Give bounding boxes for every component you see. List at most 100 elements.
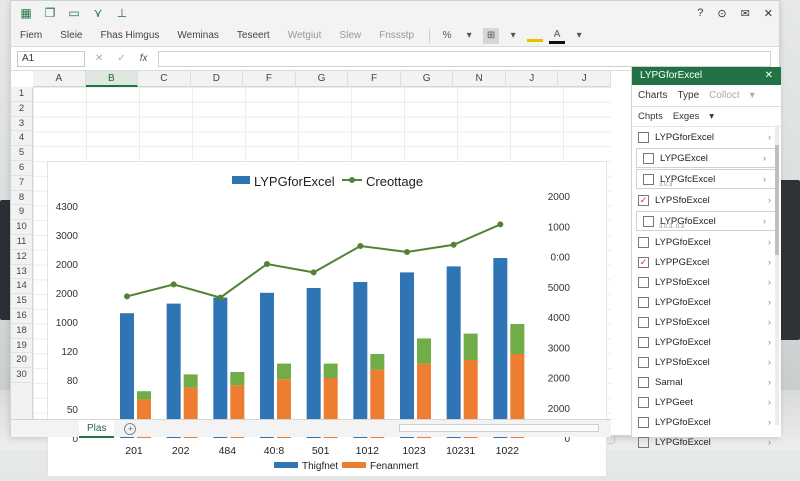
column-header[interactable]: J [506, 71, 559, 87]
fill-color-icon[interactable] [527, 30, 544, 42]
column-header[interactable]: G [401, 71, 454, 87]
font-color-button[interactable]: A [549, 28, 566, 44]
row-header[interactable]: 13 [11, 265, 32, 280]
account-icon[interactable]: ⊙ [717, 7, 726, 20]
row-header[interactable]: 6 [11, 161, 32, 176]
ribbon-tab[interactable]: Fnssstp [370, 25, 423, 47]
checkbox[interactable] [638, 396, 649, 408]
redo-icon[interactable]: ⋎ [91, 6, 105, 20]
row-header[interactable]: 7 [11, 176, 32, 191]
checkbox[interactable] [638, 376, 649, 388]
pane-scrollbar[interactable] [775, 125, 779, 425]
ribbon-tab[interactable]: Sleie [51, 25, 91, 47]
row-header[interactable]: 10 [11, 220, 32, 235]
close-pane-icon[interactable]: ✕ [765, 67, 773, 85]
pane-item[interactable]: LYPGfoExcel › [632, 432, 781, 452]
column-header[interactable]: G [296, 71, 349, 87]
function-icon[interactable]: fx [140, 53, 148, 64]
confirm-icon[interactable]: ✓ [117, 53, 125, 64]
row-header[interactable]: 30 [11, 368, 32, 383]
row-header[interactable]: 4 [11, 131, 32, 147]
subtab-chpts[interactable]: Chpts [638, 111, 663, 122]
column-header[interactable]: F [243, 71, 296, 87]
pane-item[interactable]: LYPGfoExcel › [632, 292, 781, 312]
sheet-tab-active[interactable]: Plas [79, 419, 115, 438]
copy-icon[interactable]: ❐ [43, 6, 57, 20]
pane-item[interactable]: LYPSfoExcel › [632, 272, 781, 292]
checkbox[interactable] [643, 215, 654, 227]
row-header[interactable]: 18 [11, 324, 32, 339]
pane-item[interactable]: LYPGfcExcel › 3.0.3 [636, 169, 777, 189]
checkbox[interactable] [638, 416, 649, 428]
subtab-exges[interactable]: Exges [673, 111, 699, 122]
pane-item[interactable]: ✓ LYPSfoExcel › [632, 190, 781, 210]
pane-item[interactable]: Sarnal › [632, 372, 781, 392]
row-header[interactable]: 11 [11, 235, 32, 250]
row-header[interactable]: 15 [11, 294, 32, 309]
chevron-down-icon[interactable]: ▾ [571, 28, 587, 44]
pane-item[interactable]: LYPGfoExcel › 3.0.3, 0.3 [636, 211, 777, 231]
column-header[interactable]: D [191, 71, 244, 87]
undo-icon[interactable]: ▭ [67, 6, 81, 20]
row-header[interactable]: 16 [11, 309, 32, 324]
share-icon[interactable]: ✉ [741, 7, 750, 20]
chevron-down-icon[interactable]: ▾ [505, 28, 521, 44]
row-header[interactable]: 12 [11, 250, 32, 265]
ribbon-tab[interactable]: Weminas [168, 25, 228, 47]
grid-icon[interactable]: ▦ [19, 6, 33, 20]
column-header[interactable]: A [33, 71, 86, 87]
checkbox[interactable] [638, 436, 649, 448]
horizontal-scrollbar[interactable] [399, 424, 599, 432]
checkbox[interactable]: ✓ [638, 194, 649, 206]
checkbox[interactable] [643, 152, 654, 164]
row-header[interactable]: 20 [11, 353, 32, 369]
row-header[interactable]: 5 [11, 146, 32, 161]
row-header[interactable]: 9 [11, 205, 32, 221]
pane-item[interactable]: LYPGeet › [632, 392, 781, 412]
pane-item[interactable]: LYPGExcel › [636, 148, 777, 168]
pane-item[interactable]: LYPGfoExcel › [632, 412, 781, 432]
column-header[interactable]: N [453, 71, 506, 87]
add-sheet-button[interactable]: + [124, 422, 137, 435]
pane-item[interactable]: LYPGfoExcel › [632, 332, 781, 352]
tab-type[interactable]: Type [677, 90, 699, 101]
formula-input[interactable] [157, 50, 771, 67]
worksheet[interactable]: ABCDFGFGNJJ 1 2 3 4 5 6 7 8 9 10 11 12 13 14 15 16 18 19 2… [11, 71, 612, 477]
column-header[interactable]: F [348, 71, 401, 87]
column-header[interactable]: C [138, 71, 191, 87]
help-button[interactable]: ? [697, 7, 703, 19]
row-header[interactable]: 14 [11, 279, 32, 295]
pane-item[interactable]: LYPGfoExcel › [632, 232, 781, 252]
tab-charts[interactable]: Charts [638, 90, 667, 101]
name-box[interactable]: A1 [17, 50, 85, 67]
ribbon-tab[interactable]: Slew [330, 25, 370, 47]
close-button[interactable]: ✕ [764, 7, 773, 20]
checkbox[interactable]: ✓ [638, 256, 649, 268]
percent-button[interactable]: % [439, 28, 455, 44]
ribbon-tab[interactable]: Wetgiut [279, 25, 331, 47]
pin-icon[interactable]: ⊥ [115, 6, 129, 20]
pane-item[interactable]: LYPSfoExcel › [632, 312, 781, 332]
ribbon-tab[interactable]: Teseert [228, 25, 279, 47]
checkbox[interactable] [638, 336, 649, 348]
row-header[interactable]: 1 [11, 87, 32, 102]
checkbox[interactable] [643, 173, 654, 185]
pane-item[interactable]: ✓ LYPPGExcel › [632, 252, 781, 272]
scroll-thumb[interactable] [775, 145, 779, 255]
chevron-down-icon[interactable]: ▾ [709, 111, 714, 122]
ribbon-tab[interactable]: Fhas Himgus [91, 25, 168, 47]
checkbox[interactable] [638, 236, 649, 248]
column-header[interactable]: J [558, 71, 612, 87]
chevron-down-icon[interactable]: ▾ [750, 90, 755, 101]
checkbox[interactable] [638, 131, 649, 143]
checkbox[interactable] [638, 316, 649, 328]
checkbox[interactable] [638, 356, 649, 368]
checkbox[interactable] [638, 276, 649, 288]
pane-item[interactable]: LYPSfoExcel › [632, 352, 781, 372]
row-header[interactable]: 8 [11, 191, 32, 206]
tab-colloct[interactable]: Colloct [709, 90, 740, 101]
row-header[interactable]: 19 [11, 339, 32, 354]
borders-button[interactable]: ⊞ [483, 27, 500, 44]
cancel-icon[interactable]: ✕ [95, 53, 103, 64]
chevron-down-icon[interactable]: ▾ [461, 28, 477, 44]
